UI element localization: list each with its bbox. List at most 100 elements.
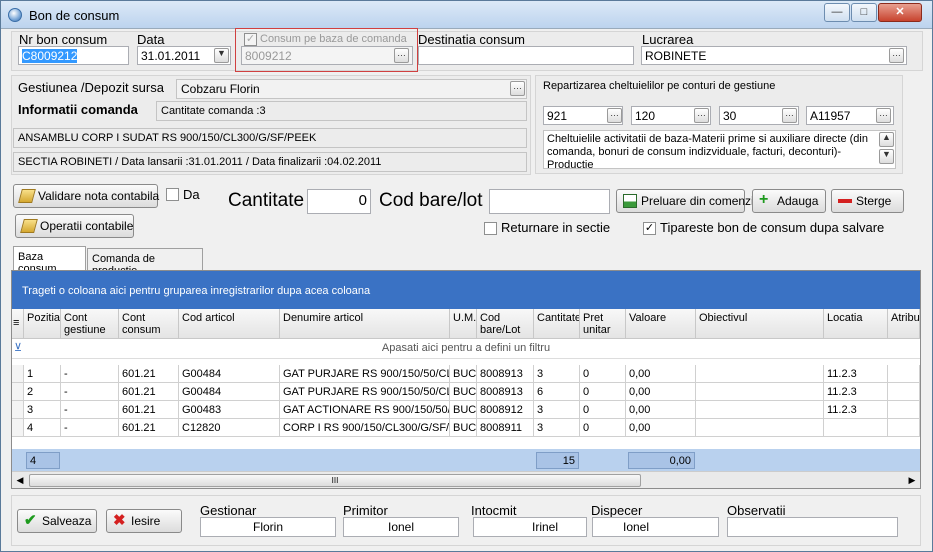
table-cell[interactable]: G00483 bbox=[179, 401, 280, 419]
intocmit-field[interactable]: Irinel bbox=[473, 517, 587, 537]
table-cell[interactable]: BUC bbox=[450, 419, 477, 437]
table-cell[interactable] bbox=[888, 383, 920, 401]
da-checkbox[interactable] bbox=[166, 188, 179, 201]
table-cell[interactable] bbox=[696, 419, 824, 437]
minimize-button[interactable]: — bbox=[824, 3, 850, 22]
title-bar[interactable]: Bon de consum — □ ✕ bbox=[1, 1, 932, 29]
gestiune-input[interactable]: Cobzaru Florin bbox=[176, 79, 527, 99]
row-selector[interactable] bbox=[12, 419, 24, 437]
table-cell[interactable]: 0 bbox=[580, 365, 626, 383]
row-selector[interactable] bbox=[12, 401, 24, 419]
observatii-field[interactable] bbox=[727, 517, 898, 537]
table-cell[interactable]: 11.2.3 bbox=[824, 401, 888, 419]
col-header[interactable]: Locatia bbox=[824, 309, 888, 339]
primitor-field[interactable]: Ionel bbox=[343, 517, 459, 537]
cont-lookup-icon-1[interactable]: … bbox=[607, 108, 622, 123]
cod-bare-input[interactable] bbox=[489, 189, 610, 214]
col-header[interactable]: Cont consum bbox=[119, 309, 179, 339]
cont-lookup-icon-4[interactable]: … bbox=[876, 108, 891, 123]
table-cell[interactable]: 0,00 bbox=[626, 365, 696, 383]
table-cell[interactable]: 0 bbox=[580, 419, 626, 437]
gestionar-field[interactable]: Florin bbox=[200, 517, 336, 537]
tab-comanda-productie[interactable]: Comanda de productie bbox=[87, 248, 203, 277]
table-cell[interactable]: BUC bbox=[450, 383, 477, 401]
table-cell[interactable]: C12820 bbox=[179, 419, 280, 437]
table-cell[interactable]: - bbox=[61, 401, 119, 419]
table-cell[interactable]: 8008912 bbox=[477, 401, 534, 419]
lucrarea-input[interactable]: ROBINETE bbox=[641, 46, 907, 65]
table-cell[interactable]: BUC bbox=[450, 365, 477, 383]
col-header[interactable]: Valoare bbox=[626, 309, 696, 339]
table-cell[interactable] bbox=[696, 383, 824, 401]
col-header[interactable]: U.M. bbox=[450, 309, 477, 339]
table-cell[interactable]: 8008913 bbox=[477, 383, 534, 401]
scroll-up-icon[interactable]: ▲ bbox=[879, 132, 894, 147]
col-header[interactable]: Cantitate bbox=[534, 309, 580, 339]
table-cell[interactable]: 2 bbox=[24, 383, 61, 401]
table-cell[interactable]: 601.21 bbox=[119, 383, 179, 401]
tipareste-checkbox[interactable]: ✓ bbox=[643, 222, 656, 235]
dispecer-field[interactable]: Ionel bbox=[592, 517, 719, 537]
preluare-button[interactable]: Preluare din comenzi bbox=[616, 189, 754, 213]
table-cell[interactable]: 1 bbox=[24, 365, 61, 383]
col-header[interactable]: Atribu bbox=[888, 309, 920, 339]
table-cell[interactable]: - bbox=[61, 383, 119, 401]
lucrarea-lookup-icon[interactable]: … bbox=[889, 48, 904, 63]
destinatia-input[interactable] bbox=[418, 46, 634, 65]
table-cell[interactable]: GAT ACTIONARE RS 900/150/50/CL300 bbox=[280, 401, 450, 419]
table-cell[interactable] bbox=[888, 365, 920, 383]
col-header[interactable]: Cont gestiune bbox=[61, 309, 119, 339]
close-button[interactable]: ✕ bbox=[878, 3, 922, 22]
table-cell[interactable] bbox=[824, 419, 888, 437]
tab-baza-consum[interactable]: Baza consum bbox=[13, 246, 86, 275]
table-cell[interactable]: G00484 bbox=[179, 383, 280, 401]
cont-lookup-icon-2[interactable]: … bbox=[694, 108, 709, 123]
cont-lookup-icon-3[interactable]: … bbox=[782, 108, 797, 123]
col-header[interactable]: Denumire articol bbox=[280, 309, 450, 339]
table-cell[interactable]: 8008913 bbox=[477, 365, 534, 383]
table-cell[interactable]: 0,00 bbox=[626, 419, 696, 437]
table-cell[interactable]: 3 bbox=[534, 365, 580, 383]
col-header[interactable]: Cod articol bbox=[179, 309, 280, 339]
nr-bon-input[interactable]: C8009212 bbox=[18, 46, 129, 65]
adauga-button[interactable]: + Adauga bbox=[752, 189, 826, 213]
table-cell[interactable] bbox=[696, 401, 824, 419]
table-cell[interactable] bbox=[888, 419, 920, 437]
table-cell[interactable]: 3 bbox=[24, 401, 61, 419]
col-header[interactable]: Pozitia bbox=[24, 309, 61, 339]
consum-baza-checkbox[interactable]: ✓ bbox=[244, 33, 257, 46]
gestiune-lookup-icon[interactable]: … bbox=[510, 81, 525, 96]
validare-button[interactable]: Validare nota contabila bbox=[13, 184, 159, 208]
table-cell[interactable]: 6 bbox=[534, 383, 580, 401]
table-cell[interactable]: BUC bbox=[450, 401, 477, 419]
table-cell[interactable]: 4 bbox=[24, 419, 61, 437]
col-header[interactable]: Cod bare/Lot bbox=[477, 309, 534, 339]
table-cell[interactable] bbox=[696, 365, 824, 383]
maximize-button[interactable]: □ bbox=[851, 3, 877, 22]
table-cell[interactable]: 0,00 bbox=[626, 383, 696, 401]
table-cell[interactable] bbox=[888, 401, 920, 419]
sterge-button[interactable]: Sterge bbox=[831, 189, 904, 213]
filter-row[interactable]: ⊻ Apasati aici pentru a defini un filtru bbox=[12, 339, 920, 359]
table-cell[interactable]: G00484 bbox=[179, 365, 280, 383]
scroll-left-icon[interactable]: ◀ bbox=[12, 473, 28, 488]
horizontal-scrollbar[interactable]: ◀ III ▶ bbox=[12, 471, 920, 488]
table-cell[interactable]: 11.2.3 bbox=[824, 383, 888, 401]
scroll-right-icon[interactable]: ▶ bbox=[904, 473, 920, 488]
table-cell[interactable]: 3 bbox=[534, 401, 580, 419]
col-header[interactable]: Pret unitar bbox=[580, 309, 626, 339]
group-by-area[interactable]: Trageti o coloana aici pentru gruparea i… bbox=[12, 271, 920, 309]
table-cell[interactable]: 8008911 bbox=[477, 419, 534, 437]
scroll-thumb[interactable]: III bbox=[29, 474, 641, 487]
date-dropdown-icon[interactable]: ▼ bbox=[214, 48, 229, 63]
table-cell[interactable]: 0,00 bbox=[626, 401, 696, 419]
table-cell[interactable]: 0 bbox=[580, 383, 626, 401]
table-cell[interactable]: CORP I RS 900/150/CL300/G/SF/PEEK bbox=[280, 419, 450, 437]
row-selector[interactable] bbox=[12, 383, 24, 401]
table-cell[interactable]: 0 bbox=[580, 401, 626, 419]
table-cell[interactable]: 601.21 bbox=[119, 419, 179, 437]
operatii-button[interactable]: Operatii contabile bbox=[15, 214, 134, 238]
table-cell[interactable]: - bbox=[61, 419, 119, 437]
column-chooser-icon[interactable]: ≡ bbox=[12, 309, 24, 339]
scroll-down-icon[interactable]: ▼ bbox=[879, 149, 894, 164]
